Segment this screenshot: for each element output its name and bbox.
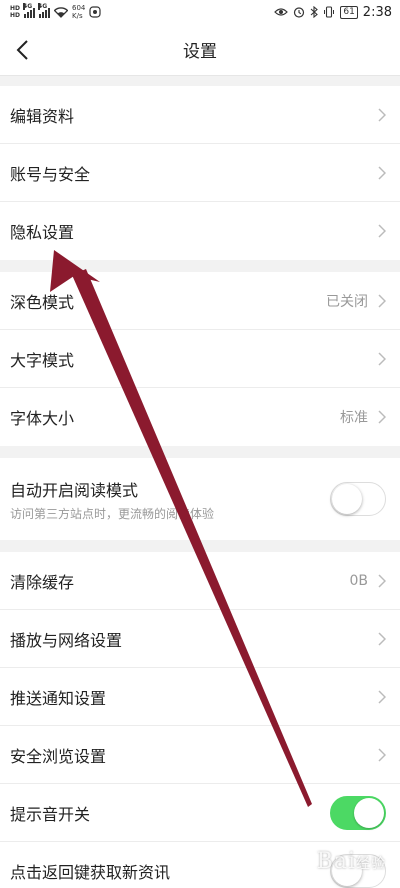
settings-item-sound-toggle: 提示音开关 <box>0 784 400 842</box>
settings-item-label: 安全浏览设置 <box>10 746 107 766</box>
chevron-right-icon <box>378 747 386 762</box>
status-bar: HD HD 4G 4G 604 K/s 61 2:38 <box>0 0 400 24</box>
chevron-right-icon <box>378 410 386 424</box>
settings-item-label: 点击返回键获取新资讯 <box>10 863 171 882</box>
reading-mode-toggle[interactable] <box>330 482 386 516</box>
vibrate-icon <box>324 6 335 18</box>
settings-item-clear-cache[interactable]: 清除缓存 0B <box>0 552 400 610</box>
toggle-knob <box>354 797 384 828</box>
status-left: HD HD 4G 4G 604 K/s <box>10 3 101 20</box>
settings-item-font-size[interactable]: 字体大小 标准 <box>0 388 400 446</box>
wifi-icon <box>54 6 69 18</box>
settings-item-privacy[interactable]: 隐私设置 <box>0 202 400 260</box>
hd-badge: HD HD <box>10 5 20 19</box>
settings-item-label: 提示音开关 <box>10 804 91 824</box>
cache-size-value: 0B <box>349 572 368 589</box>
signal-icon: 4G <box>23 3 36 18</box>
alarm-icon <box>294 7 305 18</box>
settings-item-label: 编辑资料 <box>10 106 75 126</box>
settings-item-playback-network[interactable]: 播放与网络设置 <box>0 610 400 668</box>
settings-item-label: 自动开启阅读模式 <box>10 480 139 500</box>
reading-mode-group: 自动开启阅读模式 访问第三方站点时，更流畅的阅读体验 <box>0 458 400 540</box>
bluetooth-icon <box>310 6 319 18</box>
font-size-value: 标准 <box>340 410 368 426</box>
baidu-watermark: Bai经验 <box>317 849 386 874</box>
hd-label-2: HD <box>10 12 21 19</box>
settings-item-subtitle: 访问第三方站点时，更流畅的阅读体验 <box>10 506 215 521</box>
display-group: 深色模式 已关闭 大字模式 字体大小 标准 <box>0 272 400 446</box>
reading-mode-text: 自动开启阅读模式 访问第三方站点时，更流畅的阅读体验 <box>10 477 214 522</box>
row-right: 标准 <box>340 407 386 427</box>
settings-item-large-text[interactable]: 大字模式 <box>0 330 400 388</box>
network-type-2: 4G <box>38 3 48 10</box>
settings-item-dark-mode[interactable]: 深色模式 已关闭 <box>0 272 400 330</box>
eye-icon <box>274 8 289 16</box>
chevron-right-icon <box>378 165 386 180</box>
row-right: 0B <box>349 573 386 589</box>
settings-item-edit-profile[interactable]: 编辑资料 <box>0 86 400 144</box>
network-type-1: 4G <box>23 3 33 10</box>
network-speed: 604 K/s <box>72 4 85 20</box>
settings-item-label: 账号与安全 <box>10 164 91 184</box>
row-right: 已关闭 <box>326 291 386 311</box>
chevron-right-icon <box>378 107 386 122</box>
chevron-right-icon <box>378 224 386 238</box>
settings-item-auto-reading-mode: 自动开启阅读模式 访问第三方站点时，更流畅的阅读体验 <box>0 458 400 540</box>
sound-toggle[interactable] <box>330 795 386 830</box>
chevron-right-icon <box>378 689 386 704</box>
watermark-brand: Bai <box>316 849 356 874</box>
settings-item-label: 深色模式 <box>10 292 75 312</box>
speed-unit: K/s <box>72 12 83 20</box>
navigation-bar: 设置 <box>0 24 400 76</box>
signal-icon-2: 4G <box>38 3 51 18</box>
account-group: 编辑资料 账号与安全 隐私设置 <box>0 86 400 260</box>
settings-item-label: 隐私设置 <box>10 223 75 242</box>
speed-value: 604 <box>72 4 86 12</box>
battery-icon: 61 <box>340 5 358 19</box>
chevron-left-icon <box>16 40 28 60</box>
chevron-right-icon <box>378 631 386 646</box>
chevron-right-icon <box>378 573 386 588</box>
chevron-right-icon <box>378 351 386 366</box>
settings-item-label: 大字模式 <box>10 350 75 370</box>
app-notification-icon <box>89 6 101 18</box>
clock-time: 2:38 <box>362 4 392 20</box>
toggle-knob <box>332 484 362 514</box>
back-button[interactable] <box>8 36 36 64</box>
dark-mode-value: 已关闭 <box>326 293 368 310</box>
settings-item-label: 推送通知设置 <box>10 688 107 708</box>
settings-item-label: 播放与网络设置 <box>10 630 123 650</box>
chevron-right-icon <box>378 293 386 308</box>
settings-item-label: 字体大小 <box>10 409 75 428</box>
settings-item-label: 清除缓存 <box>10 572 75 592</box>
general-group: 清除缓存 0B 播放与网络设置 推送通知设置 安全浏览设置 提示音开关 点击返回… <box>0 552 400 888</box>
settings-item-push-notifications[interactable]: 推送通知设置 <box>0 668 400 726</box>
hd-label-1: HD <box>10 5 21 12</box>
status-right: 61 2:38 <box>274 5 392 20</box>
watermark-suffix: 经验 <box>356 856 386 872</box>
settings-item-account-security[interactable]: 账号与安全 <box>0 144 400 202</box>
settings-item-safe-browsing[interactable]: 安全浏览设置 <box>0 726 400 784</box>
page-title: 设置 <box>183 42 217 62</box>
